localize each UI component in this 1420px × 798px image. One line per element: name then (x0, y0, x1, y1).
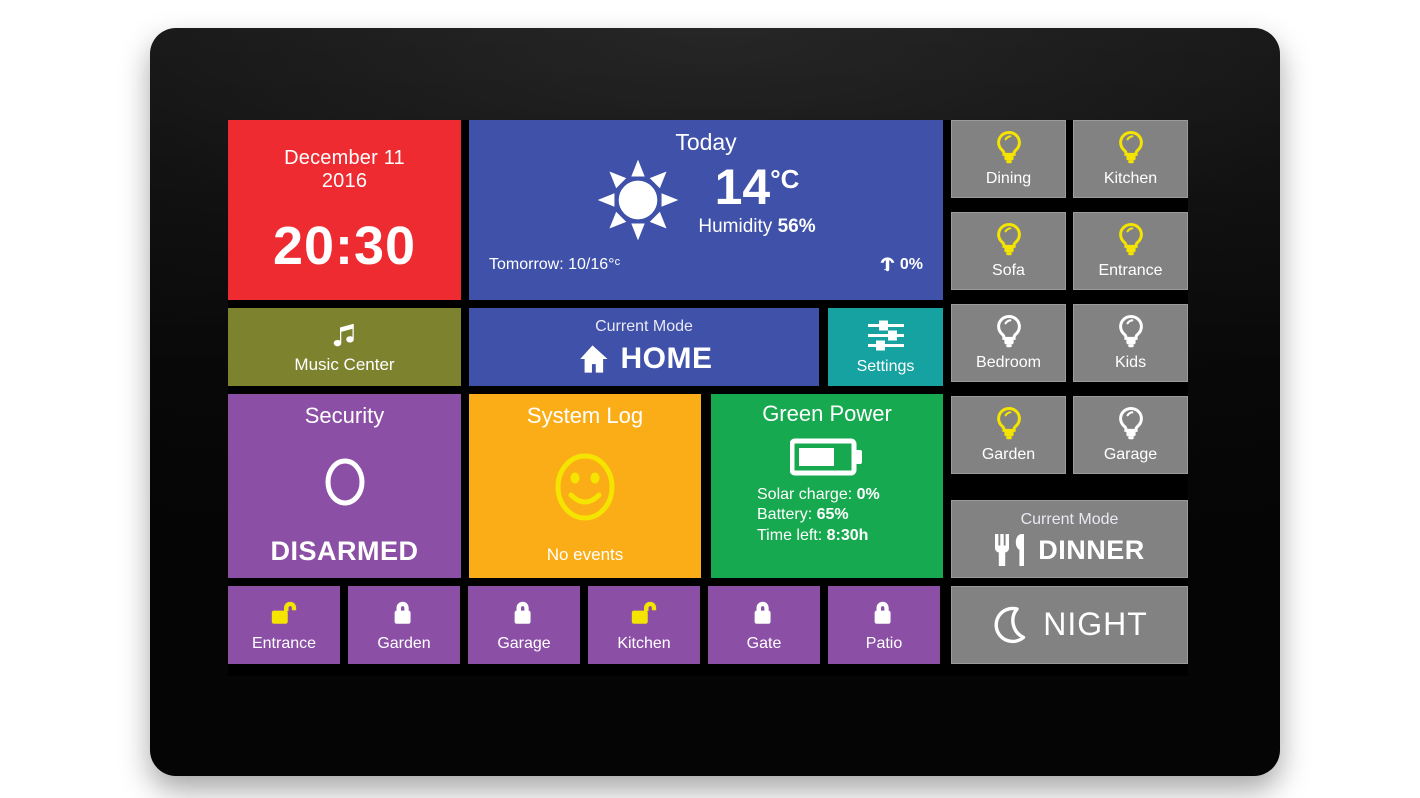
security-title: Security (304, 403, 385, 428)
dinner-mode-value: DINNER (1038, 535, 1145, 566)
light-tile-garage[interactable]: Garage (1073, 396, 1188, 474)
weather-tile[interactable]: Today 14°C Humidity 56% Tomorrow: 10/16°… (469, 120, 943, 300)
light-label: Kids (1114, 353, 1147, 371)
lock-label: Patio (865, 635, 903, 653)
night-mode-tile[interactable]: NIGHT (951, 586, 1188, 664)
light-tile-entrance[interactable]: Entrance (1073, 212, 1188, 290)
cutlery-icon (994, 533, 1025, 567)
night-mode-label: NIGHT (1043, 606, 1148, 643)
light-tile-garden[interactable]: Garden (951, 396, 1066, 474)
weather-main: 14°C Humidity 56% (483, 158, 929, 242)
current-mode-dinner-tile[interactable]: Current Mode DINNER (951, 500, 1188, 578)
night-mode-row: NIGHT (991, 606, 1148, 644)
battery-row: Battery: 65% (757, 506, 849, 524)
green-power-title: Green Power (762, 401, 892, 426)
light-label: Dining (985, 169, 1032, 187)
lock-icon (389, 597, 419, 629)
lightbulb-icon (1117, 406, 1145, 441)
lock-icon (749, 597, 779, 629)
lock-icon (869, 597, 899, 629)
current-mode-home-tile[interactable]: Current Mode HOME (469, 308, 819, 386)
moon-icon (991, 606, 1027, 644)
lock-tile-gate[interactable]: Gate (708, 586, 820, 664)
current-mode-caption: Current Mode (595, 318, 693, 336)
light-tile-dining[interactable]: Dining (951, 120, 1066, 198)
light-tile-sofa[interactable]: Sofa (951, 212, 1066, 290)
lightbulb-icon (1117, 314, 1145, 349)
current-mode-value: HOME (620, 342, 713, 376)
dinner-mode-caption: Current Mode (1020, 510, 1119, 528)
solar-charge-row: Solar charge: 0% (757, 485, 880, 503)
rain-percent: 0% (899, 255, 923, 273)
music-center-label: Music Center (294, 355, 395, 375)
lightbulb-icon (995, 222, 1023, 257)
system-log-title: System Log (526, 403, 644, 428)
light-label: Sofa (992, 261, 1025, 279)
current-mode-row: HOME (576, 342, 713, 376)
lock-tile-kitchen[interactable]: Kitchen (588, 586, 700, 664)
lock-tile-garage[interactable]: Garage (468, 586, 580, 664)
weather-tomorrow: Tomorrow: 10/16°ᶜ (489, 255, 621, 273)
lock-tile-entrance[interactable]: Entrance (228, 586, 340, 664)
clock-tile[interactable]: December 11 2016 20:30 (228, 120, 461, 300)
light-tile-kids[interactable]: Kids (1073, 304, 1188, 382)
system-log-tile[interactable]: System Log No events (469, 394, 701, 578)
weather-footer: Tomorrow: 10/16°ᶜ 0% (483, 256, 929, 274)
light-tile-kitchen[interactable]: Kitchen (1073, 120, 1188, 198)
lock-icon (509, 597, 539, 629)
clock-time: 20:30 (272, 216, 417, 277)
security-tile[interactable]: Security DISARMED (228, 394, 461, 578)
light-label: Garden (981, 445, 1036, 463)
lock-label: Entrance (251, 635, 317, 653)
unlock-icon (269, 597, 299, 629)
clock-date: December 11 2016 (284, 147, 405, 192)
time-left-row: Time left: 8:30h (757, 527, 869, 545)
battery-icon (790, 437, 864, 477)
lightbulb-icon (995, 130, 1023, 165)
music-note-icon (330, 319, 360, 351)
lock-label: Garage (497, 635, 551, 653)
lock-label: Garden (377, 635, 431, 653)
unlock-icon (629, 597, 659, 629)
dinner-mode-row: DINNER (994, 533, 1145, 567)
weather-readings: 14°C Humidity 56% (698, 162, 815, 237)
house-icon (576, 344, 609, 374)
sun-icon (596, 158, 680, 242)
green-power-stats: Solar charge: 0% Battery: 65% Time left:… (757, 485, 880, 547)
green-power-tile[interactable]: Green Power Solar charge: 0% Battery: 65… (711, 394, 943, 578)
light-label: Entrance (1098, 261, 1163, 279)
light-label: Garage (1103, 445, 1158, 463)
lock-tile-garden[interactable]: Garden (348, 586, 460, 664)
music-center-tile[interactable]: Music Center (228, 308, 461, 386)
weather-humidity: Humidity 56% (698, 216, 816, 238)
lightbulb-icon (995, 406, 1023, 441)
weather-temperature: 14°C (714, 159, 800, 216)
lock-label: Gate (746, 635, 782, 653)
light-label: Kitchen (1103, 169, 1158, 187)
lightbulb-icon (1117, 130, 1145, 165)
lightbulb-icon (995, 314, 1023, 349)
sliders-icon (866, 319, 906, 353)
light-label: Bedroom (976, 353, 1041, 371)
weather-title: Today (675, 129, 737, 155)
touch-panel-screen: December 11 2016 20:30 Today 14°C Humidi… (228, 120, 1188, 676)
lightbulb-icon (1117, 222, 1145, 257)
settings-tile[interactable]: Settings (828, 308, 943, 386)
system-log-status: No events (546, 544, 624, 564)
disarmed-circle-icon (322, 454, 368, 510)
smiley-face-icon (553, 452, 617, 522)
screenshot-root: December 11 2016 20:30 Today 14°C Humidi… (0, 0, 1420, 798)
weather-rain-chance: 0% (879, 256, 923, 274)
security-state: DISARMED (270, 535, 419, 566)
light-tile-bedroom[interactable]: Bedroom (951, 304, 1066, 382)
lock-tile-patio[interactable]: Patio (828, 586, 940, 664)
settings-label: Settings (856, 357, 915, 375)
umbrella-icon (879, 256, 896, 273)
lock-label: Kitchen (617, 635, 671, 653)
